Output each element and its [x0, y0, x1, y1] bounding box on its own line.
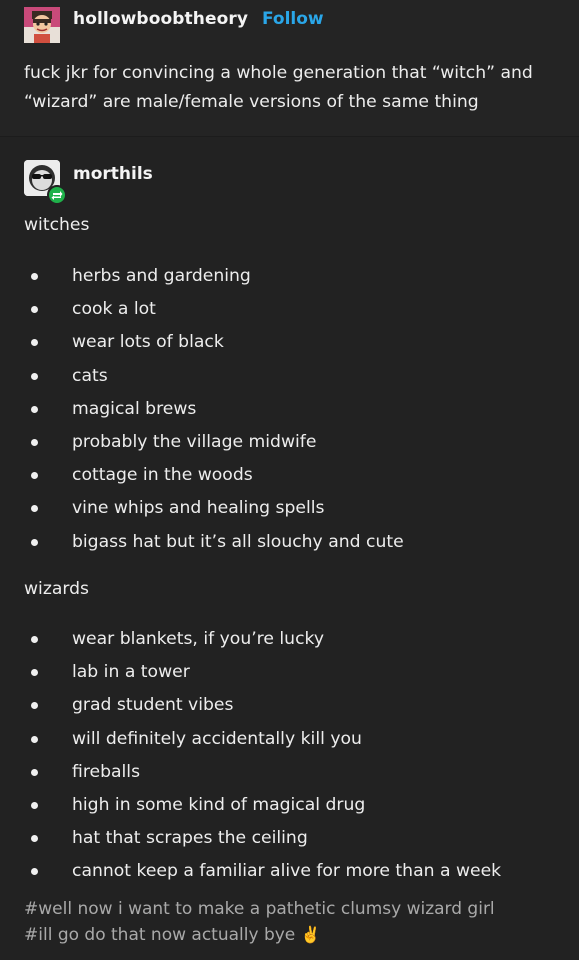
- list-item-text: wear blankets, if you’re lucky: [72, 629, 325, 649]
- bullet-icon: [31, 438, 38, 446]
- list-item-text: cats: [72, 365, 108, 386]
- bullet-icon: [31, 835, 38, 843]
- bullet-icon: [31, 273, 38, 280]
- list-item-text: herbs and gardening: [72, 266, 251, 286]
- reblog-icon: [47, 185, 67, 205]
- list-item-text: cannot keep a familiar alive for more th…: [72, 861, 502, 882]
- post-tags: #well now i want to make a pathetic clum…: [24, 897, 495, 948]
- original-username[interactable]: hollowboobtheory: [73, 9, 248, 29]
- bullet-icon: [31, 702, 38, 710]
- witches-heading: witches: [24, 215, 90, 235]
- list-item-text: grad student vibes: [72, 695, 234, 716]
- wizards-heading: wizards: [24, 579, 90, 599]
- tag[interactable]: #well now i want to make a pathetic clum…: [24, 897, 495, 922]
- list-item-text: vine whips and healing spells: [72, 498, 325, 519]
- list-item-text: will definitely accidentally kill you: [72, 728, 362, 749]
- reblog-username[interactable]: morthils: [73, 164, 153, 184]
- user-avatar-icon[interactable]: [24, 7, 60, 43]
- reblog-post: morthils witches herbs and gardening coo…: [0, 137, 579, 960]
- bullet-icon: [31, 505, 38, 513]
- bullet-icon: [31, 538, 38, 546]
- list-item-text: wear lots of black: [72, 332, 224, 353]
- list-item-text: cottage in the woods: [72, 465, 253, 486]
- bullet-icon: [31, 801, 38, 809]
- bullet-icon: [31, 768, 38, 776]
- list-item-text: lab in a tower: [72, 662, 190, 683]
- bullet-icon: [31, 405, 38, 413]
- list-item-text: bigass hat but it’s all slouchy and cute: [72, 531, 404, 552]
- list-item-text: probably the village midwife: [72, 431, 317, 452]
- follow-button[interactable]: Follow: [262, 9, 324, 29]
- list-item-text: fireballs: [72, 761, 141, 782]
- bullet-icon: [31, 636, 38, 643]
- bullet-icon: [31, 472, 38, 480]
- bullet-icon: [31, 339, 38, 347]
- bullet-icon: [31, 372, 38, 380]
- bullet-icon: [31, 306, 38, 314]
- list-item-text: high in some kind of magical drug: [72, 794, 366, 815]
- original-post-text: fuck jkr for convincing a whole generati…: [24, 63, 533, 112]
- peace-sign-icon: ✌️: [300, 925, 321, 944]
- original-post: hollowboobtheory Follow fuck jkr for con…: [0, 0, 579, 137]
- list-item-text: hat that scrapes the ceiling: [72, 828, 308, 849]
- bullet-icon: [31, 868, 38, 876]
- list-item-text: cook a lot: [72, 299, 156, 320]
- tag-text: #ill go do that now actually bye: [24, 925, 296, 945]
- tag[interactable]: #ill go do that now actually bye ✌️: [24, 922, 495, 948]
- bullet-icon: [31, 735, 38, 743]
- bullet-icon: [31, 669, 38, 677]
- list-item-text: magical brews: [72, 398, 197, 419]
